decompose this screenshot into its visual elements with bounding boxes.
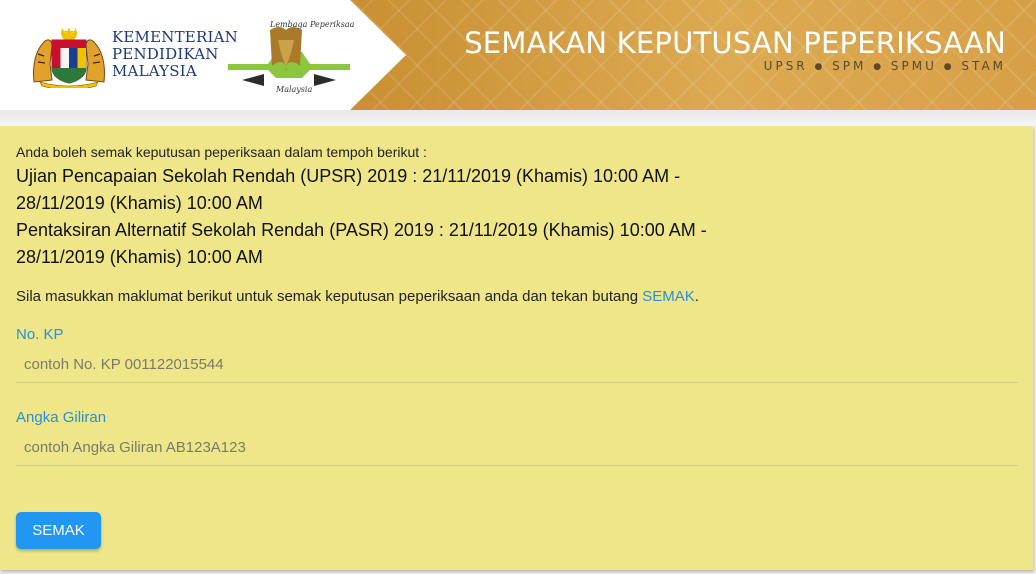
instruction-text: Sila masukkan maklumat berikut untuk sem… [16, 288, 699, 305]
ministry-line-3: MALAYSIA [112, 62, 197, 80]
exam-schedule-line: 28/11/2019 (Khamis) 10:00 AM [16, 247, 263, 267]
angka-giliran-label: Angka Giliran [16, 409, 107, 426]
lembaga-peperiksaan-logo: Lembaga Peperiksaan Malaysia [228, 20, 354, 94]
page-title: SEMAKAN KEPUTUSAN PEPERIKSAAN [464, 26, 1006, 60]
site-header: KEMENTERIAN PENDIDIKAN MALAYSIA Lembaga … [0, 0, 1036, 110]
result-check-form: Anda boleh semak keputusan peperiksaan d… [0, 126, 1033, 570]
intro-text: Anda boleh semak keputusan peperiksaan d… [16, 144, 427, 160]
ministry-line-2: PENDIDIKAN [112, 45, 219, 63]
ministry-name: KEMENTERIAN PENDIDIKAN MALAYSIA [112, 29, 238, 80]
exam-type-stam: STAM [961, 59, 1006, 73]
lp-logo-bottom-text: Malaysia [275, 85, 312, 94]
instruction-semak-link: SEMAK [642, 288, 695, 305]
exam-schedule: Ujian Pencapaian Sekolah Rendah (UPSR) 2… [16, 163, 836, 271]
kp-input[interactable] [16, 347, 1018, 383]
angka-giliran-input[interactable] [16, 430, 1018, 466]
exam-type-spmu: SPMU [890, 59, 937, 73]
exam-type-upsr: UPSR [763, 59, 808, 73]
ministry-line-1: KEMENTERIAN [112, 28, 238, 46]
header-shadow [0, 110, 1036, 124]
separator-dot-icon: ● [943, 62, 955, 72]
lp-logo-top-text: Lembaga Peperiksaan [269, 20, 354, 29]
instruction-body: Sila masukkan maklumat berikut untuk sem… [16, 288, 643, 305]
separator-dot-icon: ● [873, 62, 885, 72]
instruction-end: . [694, 288, 699, 305]
exam-types-subtitle: UPSR ● SPM ● SPMU ● STAM [764, 59, 1006, 73]
exam-schedule-line: Pentaksiran Alternatif Sekolah Rendah (P… [16, 220, 707, 240]
coat-of-arms-icon [33, 27, 105, 88]
separator-dot-icon: ● [814, 62, 826, 72]
kp-label: No. KP [16, 326, 64, 343]
semak-button[interactable]: SEMAK [16, 512, 101, 549]
exam-schedule-line: 28/11/2019 (Khamis) 10:00 AM [16, 193, 263, 213]
exam-type-spm: SPM [832, 59, 867, 73]
exam-schedule-line: Ujian Pencapaian Sekolah Rendah (UPSR) 2… [16, 166, 681, 186]
